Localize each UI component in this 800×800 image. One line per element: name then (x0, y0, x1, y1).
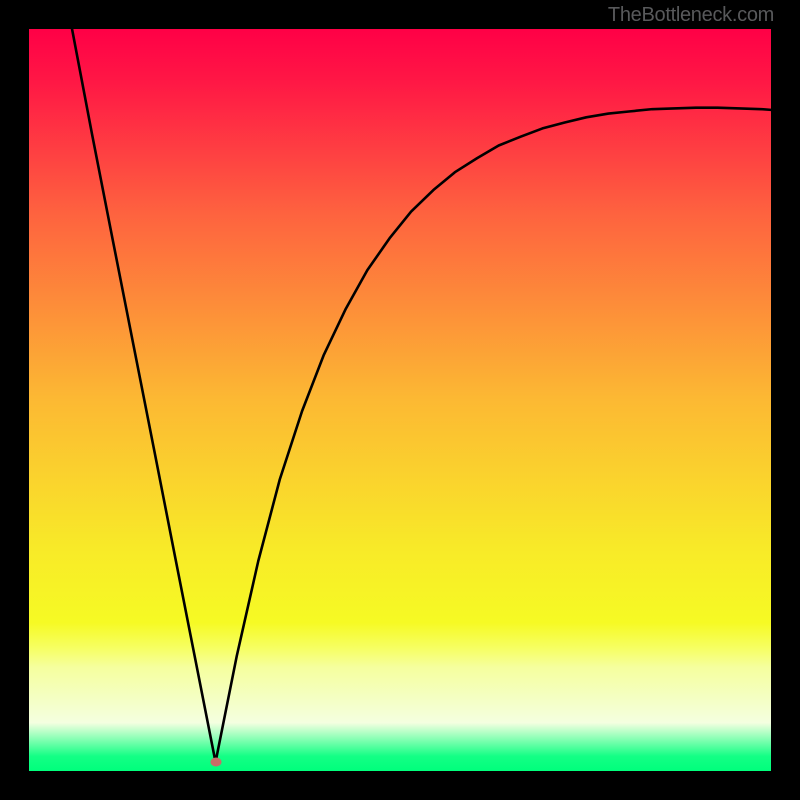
curve-line (29, 29, 771, 771)
watermark-label: TheBottleneck.com (608, 4, 774, 27)
minimum-marker-dot (210, 758, 221, 767)
plot-area (29, 29, 771, 771)
